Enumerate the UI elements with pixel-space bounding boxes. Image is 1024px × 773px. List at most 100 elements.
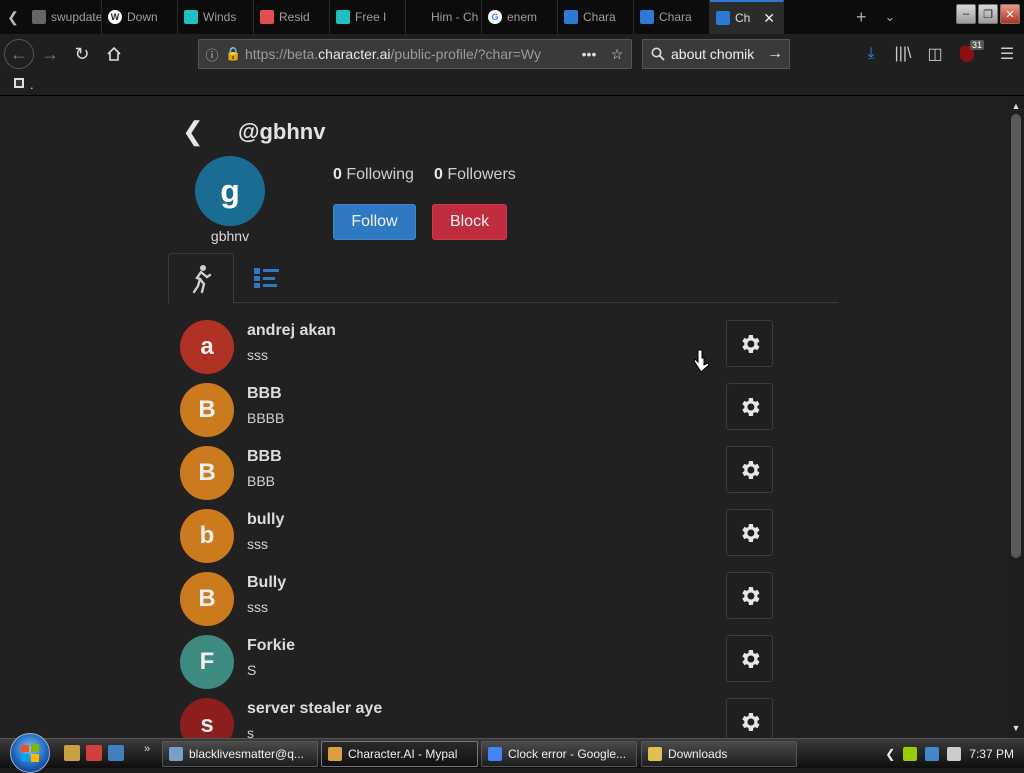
taskbar-button[interactable]: blacklivesmatter@q... [162, 741, 318, 767]
character-avatar[interactable]: s [180, 698, 234, 738]
character-name[interactable]: BBB [247, 448, 282, 466]
browser-tab[interactable]: Chara [558, 0, 634, 34]
start-button[interactable] [10, 733, 50, 773]
home-button[interactable] [98, 38, 130, 70]
followers-stat[interactable]: 0 Followers [434, 166, 516, 184]
browser-tab[interactable]: Him - Ch [406, 0, 482, 34]
character-avatar[interactable]: b [180, 509, 234, 563]
character-row[interactable]: B BBB BBB [168, 440, 788, 503]
back-chevron-icon[interactable]: ❮ [182, 116, 204, 147]
close-tab-icon[interactable]: ✕ [763, 10, 775, 27]
quick-launch-fox-icon[interactable] [64, 745, 80, 761]
tab-actions: + ⌄ [784, 0, 895, 34]
character-settings-button[interactable] [726, 383, 773, 430]
character-avatar[interactable]: F [180, 635, 234, 689]
menu-icon[interactable]: ☰ [996, 38, 1018, 70]
search-go-icon[interactable]: → [767, 45, 783, 63]
character-settings-button[interactable] [726, 572, 773, 619]
character-name[interactable]: bully [247, 511, 284, 529]
site-info-icon[interactable]: ⓘ [199, 45, 225, 64]
bookmark-star-icon[interactable]: ☆ [603, 46, 631, 63]
character-row[interactable]: B BBB BBBB [168, 377, 788, 440]
character-settings-button[interactable] [726, 320, 773, 367]
tray-monitor-icon[interactable] [925, 747, 940, 761]
browser-tab[interactable]: Ch ✕ [710, 0, 784, 34]
tray-network-icon[interactable] [903, 747, 918, 761]
page-scrollbar[interactable]: ▲ ▼ [1008, 96, 1024, 738]
tab-characters[interactable] [168, 253, 234, 304]
character-settings-button[interactable] [726, 509, 773, 556]
character-avatar[interactable]: B [180, 446, 234, 500]
character-row[interactable]: s server stealer aye s [168, 692, 788, 738]
character-name[interactable]: andrej akan [247, 322, 336, 340]
gear-icon [741, 523, 759, 542]
scroll-up-arrow-icon[interactable]: ▲ [1008, 98, 1024, 114]
bookmark-item[interactable] [12, 76, 26, 93]
taskbar-overflow-icon[interactable]: » [144, 743, 150, 755]
gear-icon [741, 460, 759, 479]
character-settings-button[interactable] [726, 635, 773, 682]
tab-list-dropdown-icon[interactable]: ⌄ [885, 9, 896, 25]
character-avatar-letter: s [200, 711, 214, 738]
browser-tab[interactable]: Resid [254, 0, 330, 34]
minimize-button[interactable]: – [956, 4, 976, 24]
restore-button[interactable]: ❐ [978, 4, 998, 24]
windows-taskbar: » blacklivesmatter@q... Character.AI - My… [0, 733, 1024, 773]
block-button[interactable]: Block [432, 204, 507, 240]
browser-tab[interactable]: swupdate [26, 0, 102, 34]
character-avatar[interactable]: B [180, 383, 234, 437]
sidebar-icon[interactable]: ◫ [924, 38, 946, 70]
ublock-icon[interactable]: 31 [956, 38, 984, 70]
quick-launch-security-icon[interactable] [86, 745, 102, 761]
browser-tab[interactable]: Free I [330, 0, 406, 34]
tab-scroll-left-button[interactable]: ❮ [0, 0, 26, 34]
character-name[interactable]: BBB [247, 385, 282, 403]
character-name[interactable]: server stealer aye [247, 700, 382, 718]
taskbar-app-icon [169, 747, 183, 761]
browser-tab[interactable]: W Down [102, 0, 178, 34]
following-stat[interactable]: 0 Following [333, 166, 414, 184]
bookmark-label[interactable]: . [30, 77, 34, 92]
scrollbar-thumb[interactable] [1011, 114, 1021, 558]
character-settings-button[interactable] [726, 446, 773, 493]
tray-expand-icon[interactable]: ❮ [885, 747, 895, 761]
taskbar-app-icon [648, 747, 662, 761]
forward-button[interactable]: → [34, 38, 66, 70]
library-icon[interactable]: |||\ [892, 38, 914, 70]
quick-launch-desktop-icon[interactable] [108, 745, 124, 761]
profile-username: gbhnv [210, 228, 250, 244]
character-row[interactable]: F Forkie S [168, 629, 788, 692]
follow-button[interactable]: Follow [333, 204, 416, 240]
reload-button[interactable]: ↻ [66, 38, 98, 70]
page-actions-button[interactable]: ••• [575, 46, 603, 62]
search-input[interactable]: about chomik [671, 46, 754, 62]
character-name[interactable]: Bully [247, 574, 286, 592]
character-row[interactable]: b bully sss [168, 503, 788, 566]
new-tab-button[interactable]: + [856, 7, 867, 28]
character-avatar[interactable]: B [180, 572, 234, 626]
clock[interactable]: 7:37 PM [969, 747, 1014, 761]
search-bar[interactable]: about chomik → [642, 39, 790, 69]
character-settings-button[interactable] [726, 698, 773, 738]
character-avatar[interactable]: a [180, 320, 234, 374]
scroll-down-arrow-icon[interactable]: ▼ [1008, 720, 1024, 736]
address-bar[interactable]: ⓘ 🔒 https://beta.character.ai/public-pro… [198, 39, 632, 69]
character-name[interactable]: Forkie [247, 637, 295, 655]
taskbar-button[interactable]: Downloads [641, 741, 797, 767]
browser-tab[interactable]: Winds [178, 0, 254, 34]
close-window-button[interactable]: ✕ [1000, 4, 1020, 24]
browser-tab[interactable]: Chara [634, 0, 710, 34]
character-description: sss [247, 599, 268, 615]
browser-tab[interactable]: Genem [482, 0, 558, 34]
taskbar-button[interactable]: Clock error - Google... [481, 741, 637, 767]
character-row[interactable]: B Bully sss [168, 566, 788, 629]
navigation-toolbar: ← → ↻ ⓘ 🔒 https://beta.character.ai/publ… [0, 34, 1024, 74]
following-label: Following [346, 166, 414, 183]
tray-volume-icon[interactable] [947, 747, 962, 761]
downloads-icon[interactable]: ⤓ [860, 38, 882, 70]
character-description: s [247, 725, 254, 738]
taskbar-button-label: Clock error - Google... [508, 747, 627, 761]
tab-list[interactable] [234, 253, 300, 303]
back-button[interactable]: ← [4, 39, 34, 69]
taskbar-button[interactable]: Character.AI - Mypal [321, 741, 478, 767]
